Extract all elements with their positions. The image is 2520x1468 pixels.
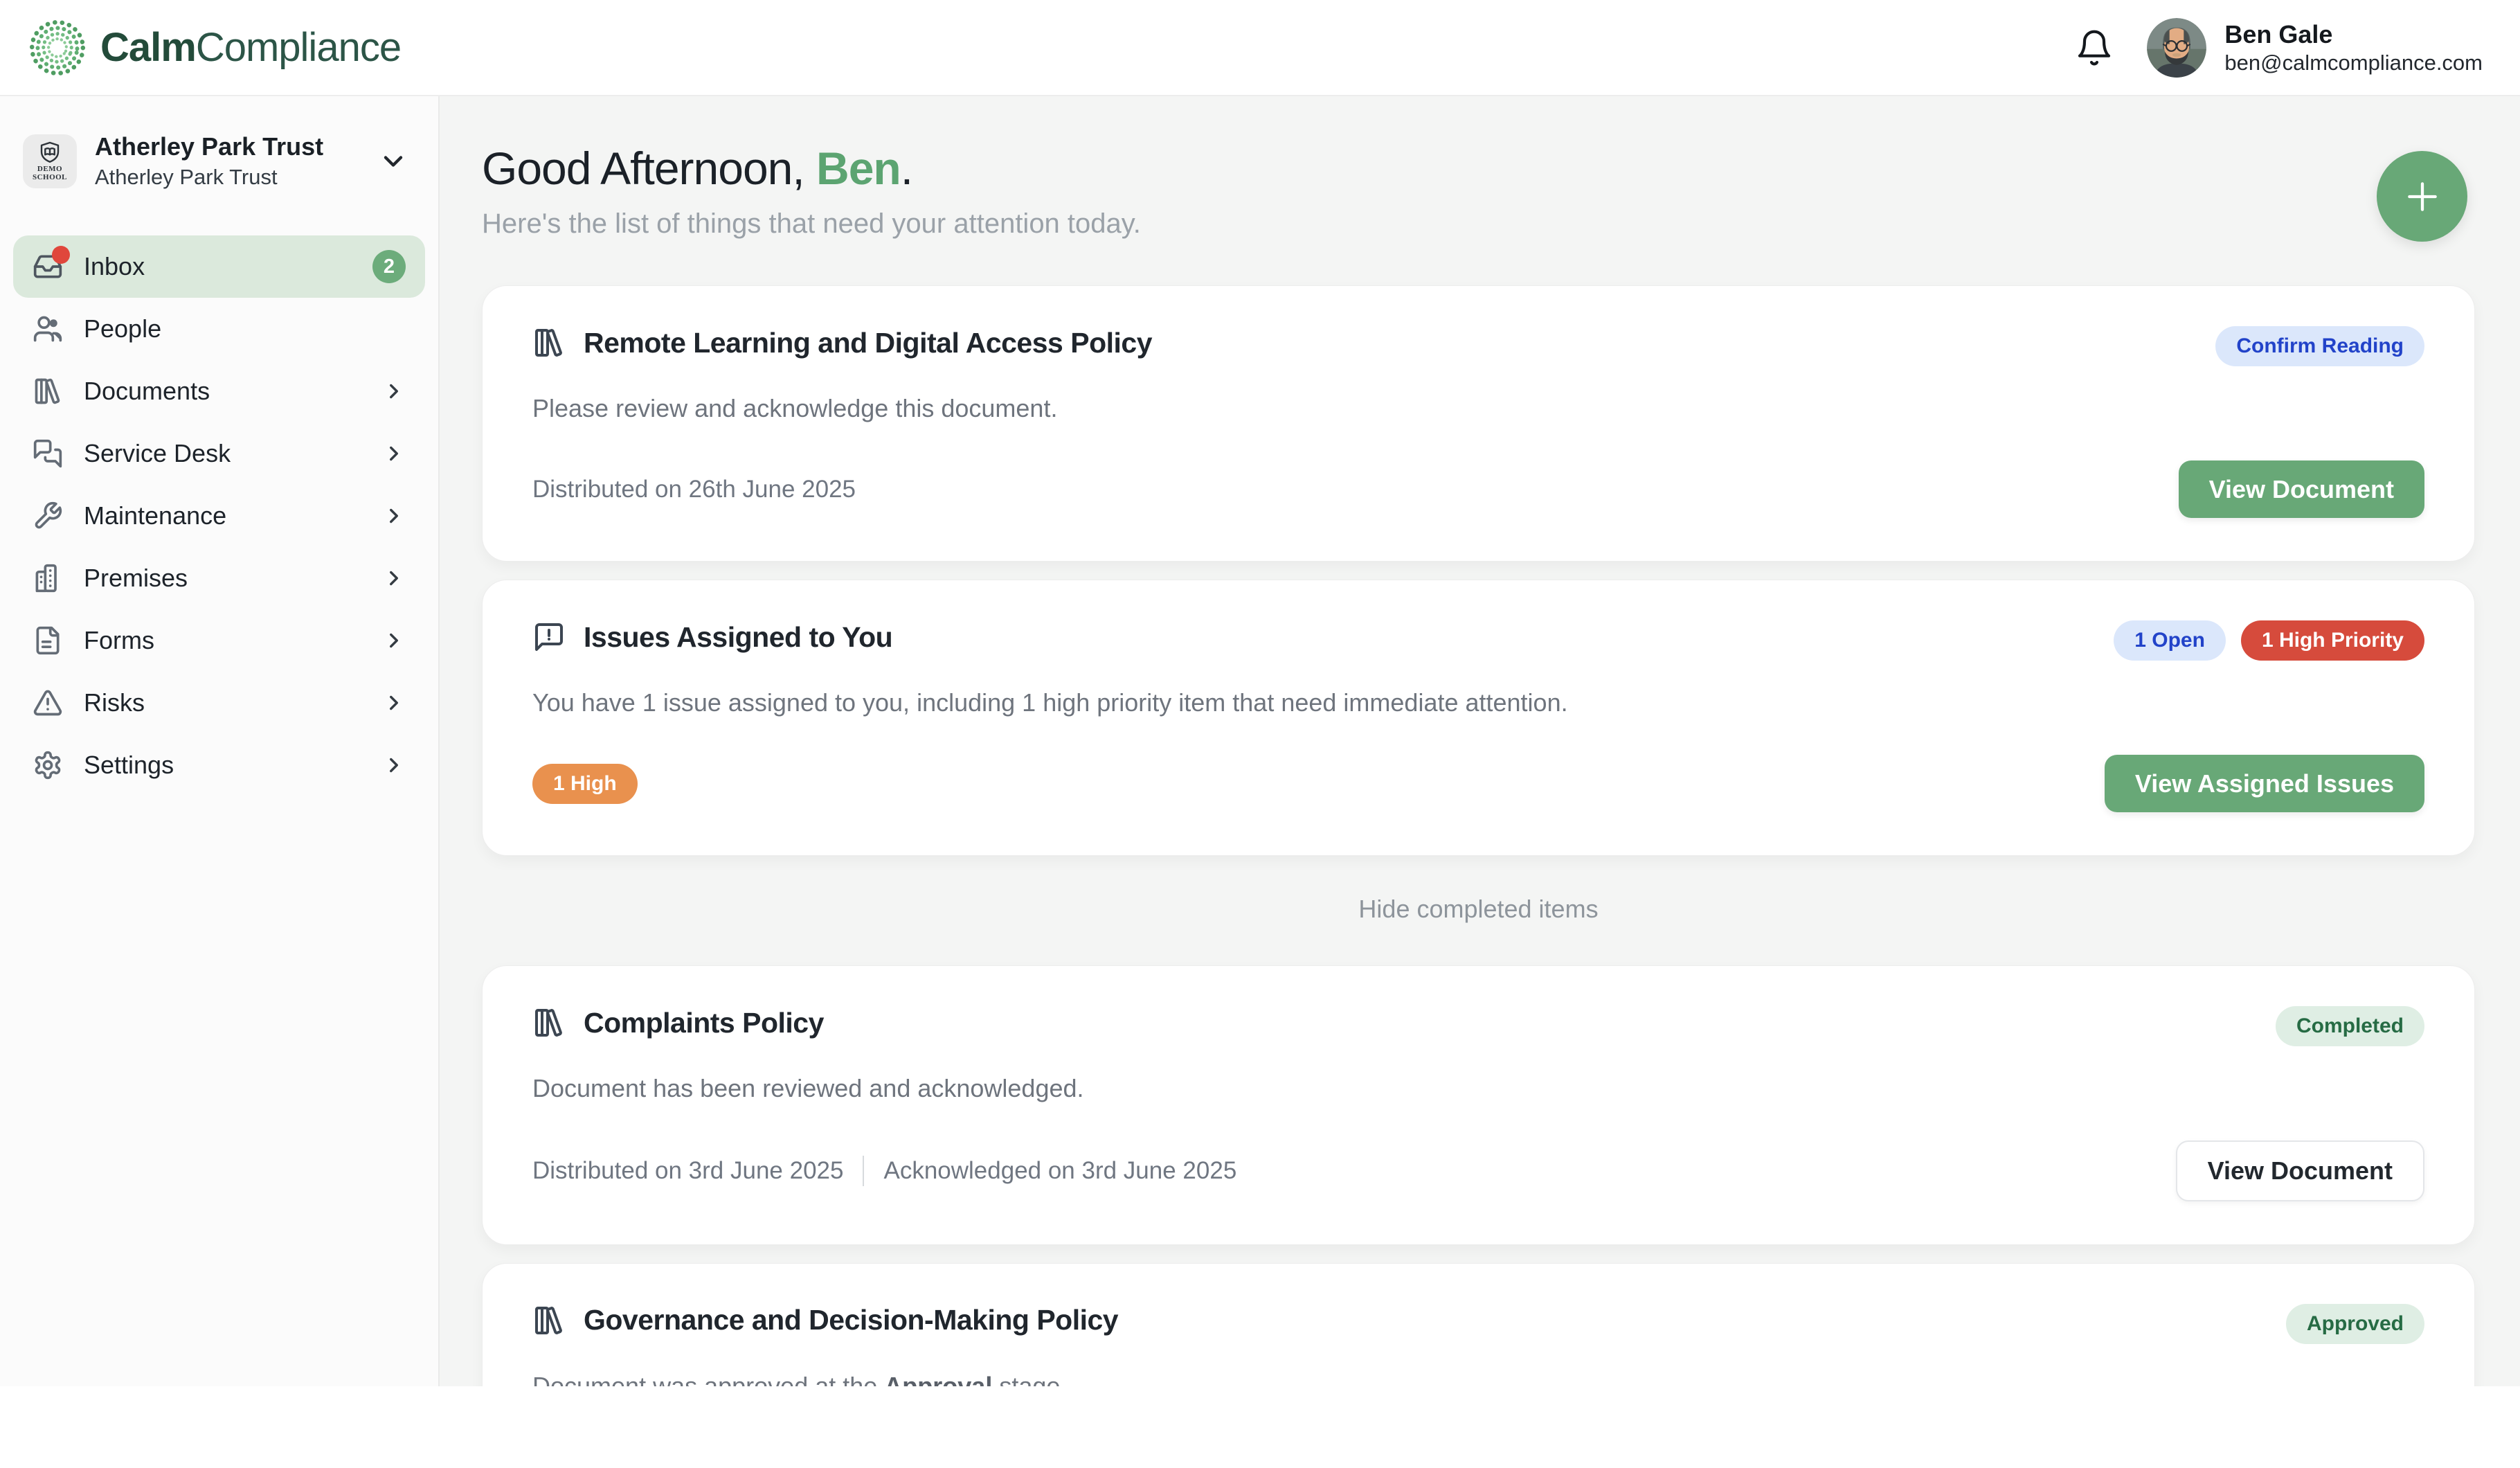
sidebar-item-people[interactable]: People xyxy=(13,298,425,360)
chevron-down-icon xyxy=(378,146,408,177)
sidebar-item-label: Documents xyxy=(84,377,361,406)
header-actions: Ben Gale ben@calmcompliance.com xyxy=(2072,18,2483,78)
entity-subtitle: Atherley Park Trust xyxy=(95,163,360,191)
page-subtitle: Here's the list of things that need your… xyxy=(482,208,2475,240)
status-badge: Confirm Reading xyxy=(2215,326,2424,366)
sidebar-item-label: People xyxy=(84,314,406,343)
user-info: Ben Gale ben@calmcompliance.com xyxy=(2224,19,2483,77)
gear-icon xyxy=(33,750,63,780)
chevron-right-icon xyxy=(382,442,406,465)
acknowledged-date: Acknowledged on 3rd June 2025 xyxy=(883,1157,1236,1185)
notifications-button[interactable] xyxy=(2072,26,2116,70)
brand-swirl-icon xyxy=(26,16,89,80)
sidebar-item-label: Inbox xyxy=(84,252,352,281)
card-description: Document has been reviewed and acknowled… xyxy=(532,1074,2424,1103)
sidebar-item-label: Risks xyxy=(84,688,361,717)
entity-logo-line1: DEMO xyxy=(37,165,62,174)
app-window: CalmCompliance xyxy=(0,0,2520,1388)
entity-logo-line2: SCHOOL xyxy=(33,174,67,182)
sidebar-item-inbox[interactable]: Inbox 2 xyxy=(13,235,425,298)
chevron-right-icon xyxy=(382,691,406,715)
buildings-icon xyxy=(33,563,63,593)
library-icon xyxy=(33,376,63,406)
sidebar: DEMO SCHOOL Atherley Park Trust Atherley… xyxy=(0,96,440,1386)
sidebar-item-premises[interactable]: Premises xyxy=(13,547,425,609)
warning-triangle-icon xyxy=(33,688,63,718)
high-priority-badge: 1 High Priority xyxy=(2241,620,2424,661)
sidebar-nav: Inbox 2 People xyxy=(13,235,425,796)
chevron-right-icon xyxy=(382,504,406,528)
sidebar-item-service-desk[interactable]: Service Desk xyxy=(13,422,425,485)
sidebar-item-settings[interactable]: Settings xyxy=(13,734,425,796)
plus-icon xyxy=(2400,174,2445,219)
approval-stage: Approval xyxy=(884,1372,992,1386)
sidebar-item-label: Premises xyxy=(84,564,361,593)
chat-bubbles-icon xyxy=(33,438,63,469)
message-warning-icon xyxy=(532,620,566,654)
library-icon xyxy=(532,1006,566,1039)
attention-cards: Remote Learning and Digital Access Polic… xyxy=(482,285,2475,1386)
card-title: Issues Assigned to You xyxy=(584,621,892,654)
card-title: Governance and Decision-Making Policy xyxy=(584,1304,1118,1336)
card-governance-policy: Governance and Decision-Making Policy Ap… xyxy=(482,1263,2475,1386)
sidebar-item-maintenance[interactable]: Maintenance xyxy=(13,485,425,547)
unread-dot xyxy=(52,246,70,264)
greeting-name: Ben xyxy=(816,143,901,194)
card-complaints-policy: Complaints Policy Completed Document has… xyxy=(482,965,2475,1244)
shield-book-icon xyxy=(37,141,62,165)
high-count-tag: 1 High xyxy=(532,764,638,804)
top-header: CalmCompliance xyxy=(0,0,2520,96)
card-description: Please review and acknowledge this docum… xyxy=(532,394,2424,423)
card-issues-assigned: Issues Assigned to You 1 Open 1 High Pri… xyxy=(482,580,2475,856)
divider xyxy=(863,1156,864,1186)
avatar xyxy=(2147,18,2206,78)
user-menu[interactable]: Ben Gale ben@calmcompliance.com xyxy=(2147,18,2483,78)
inbox-icon xyxy=(33,251,63,282)
user-name: Ben Gale xyxy=(2224,19,2483,50)
page-title: Good Afternoon, Ben. xyxy=(482,142,2475,195)
distributed-date: Distributed on 3rd June 2025 xyxy=(532,1157,843,1185)
card-remote-learning-policy: Remote Learning and Digital Access Polic… xyxy=(482,285,2475,562)
card-title: Complaints Policy xyxy=(584,1007,824,1039)
entity-title: Atherley Park Trust xyxy=(95,131,360,163)
main-content: Good Afternoon, Ben. Here's the list of … xyxy=(440,96,2520,1386)
view-document-button[interactable]: View Document xyxy=(2179,460,2424,518)
sidebar-item-documents[interactable]: Documents xyxy=(13,360,425,422)
view-assigned-issues-button[interactable]: View Assigned Issues xyxy=(2105,755,2424,812)
chevron-right-icon xyxy=(382,753,406,777)
chevron-right-icon xyxy=(382,629,406,652)
card-description: You have 1 issue assigned to you, includ… xyxy=(532,688,2424,717)
status-badge: Completed xyxy=(2276,1006,2424,1046)
sidebar-item-risks[interactable]: Risks xyxy=(13,672,425,734)
card-description: Document was approved at the Approval st… xyxy=(532,1372,2424,1386)
status-badge: Approved xyxy=(2286,1304,2424,1344)
entity-switcher[interactable]: DEMO SCHOOL Atherley Park Trust Atherley… xyxy=(13,127,425,195)
brand-name: CalmCompliance xyxy=(100,24,401,71)
wrench-icon xyxy=(33,501,63,531)
file-text-icon xyxy=(33,625,63,656)
view-document-button[interactable]: View Document xyxy=(2176,1140,2424,1201)
chevron-right-icon xyxy=(382,379,406,403)
bell-icon xyxy=(2075,28,2114,67)
hide-completed-toggle[interactable]: Hide completed items xyxy=(482,895,2475,924)
chevron-right-icon xyxy=(382,566,406,590)
sidebar-item-label: Service Desk xyxy=(84,439,361,468)
library-icon xyxy=(532,326,566,359)
sidebar-item-label: Maintenance xyxy=(84,501,361,530)
dates-row: Distributed on 3rd June 2025 Acknowledge… xyxy=(532,1156,1236,1186)
sidebar-item-label: Settings xyxy=(84,751,361,780)
sidebar-item-label: Forms xyxy=(84,626,361,655)
users-icon xyxy=(33,314,63,344)
inbox-count-badge: 2 xyxy=(372,250,406,283)
card-title: Remote Learning and Digital Access Polic… xyxy=(584,327,1152,359)
sidebar-item-forms[interactable]: Forms xyxy=(13,609,425,672)
brand-logo[interactable]: CalmCompliance xyxy=(26,16,401,80)
open-count-badge: 1 Open xyxy=(2114,620,2226,661)
library-icon xyxy=(532,1304,566,1337)
distributed-date: Distributed on 26th June 2025 xyxy=(532,476,856,503)
user-email: ben@calmcompliance.com xyxy=(2224,50,2483,77)
add-button[interactable] xyxy=(2377,151,2467,242)
entity-logo: DEMO SCHOOL xyxy=(23,134,77,188)
entity-text: Atherley Park Trust Atherley Park Trust xyxy=(95,131,360,191)
